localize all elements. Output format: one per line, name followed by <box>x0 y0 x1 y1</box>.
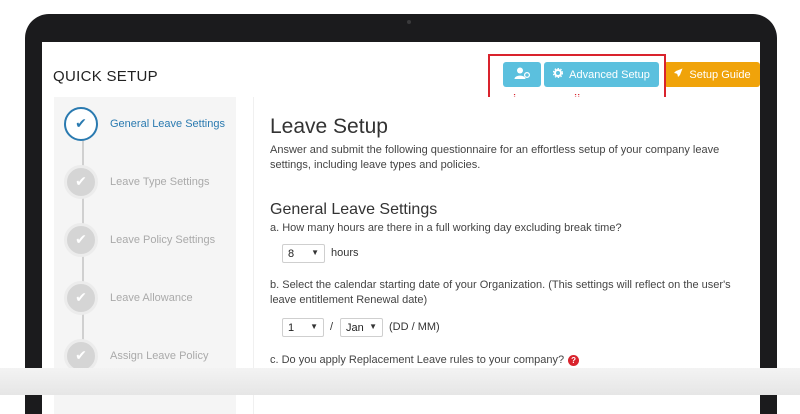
working-hours-value: 8 <box>288 247 295 260</box>
step-leave-policy-settings[interactable]: ✔ Leave Policy Settings <box>64 222 244 258</box>
hours-unit-label: hours <box>331 247 359 259</box>
section-title: General Leave Settings <box>270 201 438 218</box>
rocket-icon <box>673 68 683 81</box>
check-icon: ✔ <box>64 107 98 141</box>
step-label: Leave Policy Settings <box>110 234 216 246</box>
app-screen: QUICK SETUP Advanced Setup Setup Guide ✔… <box>42 42 760 414</box>
page-title: QUICK SETUP <box>53 68 158 85</box>
camera-dot <box>407 20 411 24</box>
setup-guide-label: Setup Guide <box>689 68 751 81</box>
question-b: b. Select the calendar starting date of … <box>270 279 731 306</box>
start-day-value: 1 <box>288 321 295 334</box>
step-leave-type-settings[interactable]: ✔ Leave Type Settings <box>64 164 244 200</box>
check-icon: ✔ <box>64 281 98 315</box>
step-label: Leave Allowance <box>110 292 193 304</box>
question-c: c. Do you apply Replacement Leave rules … <box>270 353 740 368</box>
leave-setup-panel: Leave Setup Answer and submit the follow… <box>253 97 760 414</box>
date-format-hint: (DD / MM) <box>389 321 440 333</box>
setup-guide-button[interactable]: Setup Guide <box>664 62 760 87</box>
start-day-select[interactable]: 1 ▼ <box>282 318 324 337</box>
check-icon: ✔ <box>64 223 98 257</box>
caret-down-icon: ▼ <box>369 322 377 331</box>
step-leave-allowance[interactable]: ✔ Leave Allowance <box>64 280 244 316</box>
step-label: Assign Leave Policy <box>110 350 209 362</box>
start-month-select[interactable]: Jan ▼ <box>340 318 383 337</box>
working-hours-select[interactable]: 8 ▼ <box>282 244 325 263</box>
start-month-value: Jan <box>346 321 364 334</box>
caret-down-icon: ▼ <box>310 322 318 331</box>
help-icon[interactable]: ? <box>568 354 580 366</box>
step-general-leave-settings[interactable]: ✔ General Leave Settings <box>64 106 244 142</box>
step-label: Leave Type Settings <box>110 176 210 188</box>
date-separator: / <box>330 321 334 333</box>
laptop-base <box>0 368 800 395</box>
question-c-text: c. Do you apply Replacement Leave rules … <box>270 354 565 366</box>
panel-heading: Leave Setup <box>270 115 388 138</box>
caret-down-icon: ▼ <box>311 248 319 257</box>
check-icon: ✔ <box>64 165 98 199</box>
step-label: General Leave Settings <box>110 118 225 130</box>
intro-text: Answer and submit the following question… <box>270 144 720 171</box>
question-a: a. How many hours are there in a full wo… <box>270 222 622 234</box>
laptop-frame: QUICK SETUP Advanced Setup Setup Guide ✔… <box>25 14 777 414</box>
